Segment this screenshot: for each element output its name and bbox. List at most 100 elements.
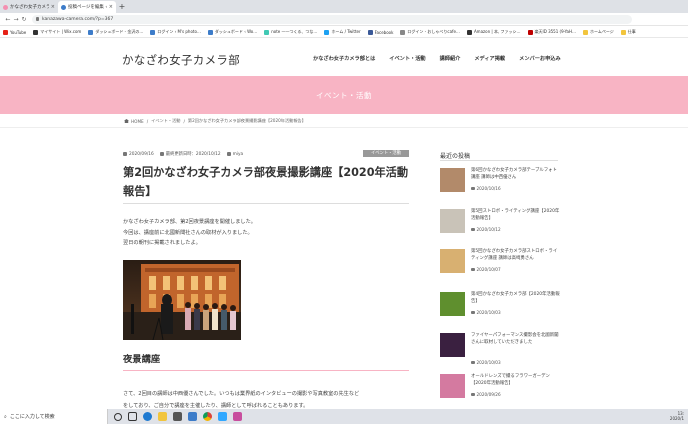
bookmark-label: Facebook <box>374 29 394 35</box>
bookmark-item[interactable]: Amazon | 本, ファッシ… <box>466 29 521 35</box>
bookmark-item[interactable]: ダッシュボード - 金沢の… <box>88 29 143 35</box>
bookmark-label: 楽天ID 3551 (9-YaH… <box>534 29 576 34</box>
bookmark-label: ログイン ‹ M's photo… <box>157 29 201 34</box>
lightroom-icon[interactable] <box>218 412 227 421</box>
bookmark-label: ダッシュボード ‹ Wo… <box>214 29 258 34</box>
close-icon[interactable]: × <box>109 4 113 10</box>
recent-post-title[interactable]: 第5回ストロボ・ライティング講座【2020年活動報告】 <box>471 209 561 222</box>
bookmark-favicon-icon <box>466 29 472 35</box>
recent-post-item[interactable]: オールドレンズで撮るフラワーガーデン【2020年活動報告】 2020/09/26 <box>440 374 560 410</box>
recent-post-date: 2020/10/03 <box>471 310 501 315</box>
category-badge[interactable]: イベント・活動 <box>363 150 409 157</box>
recent-post-date: 2020/10/03 <box>471 360 501 365</box>
back-arrow-icon[interactable]: ← <box>4 16 12 23</box>
reload-icon[interactable]: ↻ <box>20 16 28 23</box>
divider <box>0 127 688 128</box>
bookmark-item[interactable]: 仕事 <box>620 29 636 35</box>
cortana-icon[interactable] <box>114 412 122 421</box>
post-thumbnail[interactable] <box>440 168 465 192</box>
bookmark-favicon-icon <box>3 29 8 35</box>
date-text: 2020/10/03 <box>476 310 501 315</box>
divider <box>440 160 558 161</box>
date-text: 2020/10/03 <box>476 360 501 365</box>
recent-post-title[interactable]: オールドレンズで撮るフラワーガーデン【2020年活動報告】 <box>471 374 561 387</box>
post-photo <box>123 260 241 340</box>
forward-arrow-icon[interactable]: → <box>12 16 20 23</box>
edge-icon[interactable] <box>143 412 152 421</box>
night-photo-image <box>123 260 241 340</box>
nav-item-instructors[interactable]: 講師紹介 <box>440 55 461 62</box>
recent-post-item[interactable]: 第6回かなざわ女子カメラ部テーブルフォト講座 講師は中西優さん 2020/10/1… <box>440 168 560 204</box>
date-text: 2020/09/26 <box>476 392 501 397</box>
browser-tab[interactable]: かなざわ女子カメラ部夜景撮影講… × <box>0 1 58 13</box>
nav-item-events[interactable]: イベント・活動 <box>389 55 425 62</box>
url-input[interactable]: kanazawa-camera.com/?p=367 <box>32 14 632 24</box>
date-text: 2020/10/12 <box>476 227 501 232</box>
breadcrumb-separator: / <box>146 118 149 124</box>
bookmark-item[interactable]: Facebook <box>367 29 394 35</box>
bookmark-item[interactable]: ダッシュボード ‹ Wo… <box>207 29 258 35</box>
browser-tab-strip: かなざわ女子カメラ部夜景撮影講… × 投稿ページを編集 ‹ M's photog… <box>0 0 688 13</box>
search-placeholder: ここに入力して検索 <box>9 414 55 420</box>
bookmark-item[interactable]: ホームページ <box>582 29 614 35</box>
bookmark-favicon-icon <box>33 29 39 35</box>
store-icon[interactable] <box>173 412 182 421</box>
bookmark-item[interactable]: ログイン - おしゃべりcafe… <box>400 29 460 35</box>
bookmark-item[interactable]: マイサイト | Wix.com <box>33 29 81 35</box>
breadcrumb-category[interactable]: イベント・活動 <box>151 118 180 124</box>
post-author[interactable]: miya <box>233 152 244 157</box>
bookmark-label: ホームページ <box>589 29 614 34</box>
section-heading: 夜景講座 <box>123 354 161 365</box>
nav-item-membership[interactable]: メンバーお申込み <box>519 55 561 62</box>
browser-tab-active[interactable]: 投稿ページを編集 ‹ M's photograp… × <box>58 1 116 13</box>
chrome-icon[interactable] <box>203 412 212 421</box>
bookmark-label: ログイン - おしゃべりcafe… <box>407 29 460 34</box>
nav-item-about[interactable]: かなざわ女子カメラ部とは <box>313 55 375 62</box>
file-explorer-icon[interactable] <box>158 412 167 421</box>
bookmark-favicon-icon <box>207 29 213 35</box>
recent-post-title[interactable]: ファイヤーパフォーマンス撮影会を北國新聞さんに取材していただきました <box>471 333 561 346</box>
post-thumbnail[interactable] <box>440 292 465 316</box>
tab-title: かなざわ女子カメラ部夜景撮影講… <box>10 5 49 10</box>
url-text: kanazawa-camera.com/?p=367 <box>42 16 114 22</box>
photos-icon[interactable] <box>233 412 242 421</box>
bookmarks-bar: YouTube マイサイト | Wix.com ダッシュボード - 金沢の… ログイン… <box>0 27 688 38</box>
bookmark-item[interactable]: 楽天ID 3551 (9-YaH… <box>527 29 576 35</box>
task-view-icon[interactable] <box>128 412 137 421</box>
recent-post-title[interactable]: 第6回かなざわ女子カメラ部テーブルフォト講座 講師は中西優さん <box>471 168 561 181</box>
bookmark-favicon-icon <box>367 29 373 35</box>
post-thumbnail[interactable] <box>440 374 465 398</box>
calendar-icon <box>123 152 127 156</box>
post-title: 第2回かなざわ女子カメラ部夜景撮影講座【2020年活動報告】 <box>123 166 409 198</box>
bookmark-item[interactable]: note ——つくる、つな… <box>264 29 317 35</box>
post-thumbnail[interactable] <box>440 333 465 357</box>
nav-item-media[interactable]: メディア掲載 <box>474 55 505 62</box>
recent-post-title[interactable]: 第5回かなざわ女子カメラ部ストロボ・ライティング講座 講師は高崎勇さん <box>471 249 561 262</box>
calendar-icon <box>471 392 475 397</box>
recent-post-item[interactable]: 第5回ストロボ・ライティング講座【2020年活動報告】 2020/10/12 <box>440 209 560 245</box>
date-text: 2020/10/16 <box>476 186 501 191</box>
recent-post-item[interactable]: ファイヤーパフォーマンス撮影会を北國新聞さんに取材していただきました 2020/1… <box>440 333 560 369</box>
recent-post-item[interactable]: 第5回かなざわ女子カメラ部ストロボ・ライティング講座 講師は高崎勇さん 2020/… <box>440 249 560 285</box>
post-thumbnail[interactable] <box>440 209 465 233</box>
post-thumbnail[interactable] <box>440 249 465 273</box>
mail-icon[interactable] <box>188 412 197 421</box>
system-clock[interactable]: 13: 2020/1 <box>670 411 684 421</box>
close-icon[interactable]: × <box>51 4 55 10</box>
post-updated: 最終更新日時：2020/10/12 <box>165 152 221 157</box>
site-title[interactable]: かなざわ女子カメラ部 <box>122 52 240 68</box>
bookmark-item[interactable]: ログイン ‹ M's photo… <box>150 29 201 35</box>
recent-post-date: 2020/10/07 <box>471 267 501 272</box>
recent-post-item[interactable]: 第4回かなざわ女子カメラ部【2020年活動報告】 2020/10/03 <box>440 292 560 328</box>
breadcrumb-home[interactable]: HOME <box>131 119 144 124</box>
search-icon: ⌕ <box>4 413 7 420</box>
calendar-icon <box>471 310 475 315</box>
site-favicon-icon <box>3 4 8 10</box>
bookmark-item[interactable]: ホーム / Twitter <box>324 29 361 35</box>
bookmark-item[interactable]: YouTube <box>3 29 26 35</box>
bookmark-favicon-icon <box>150 29 156 35</box>
recent-post-title[interactable]: 第4回かなざわ女子カメラ部【2020年活動報告】 <box>471 292 561 305</box>
taskbar-search-input[interactable]: ⌕ ここに入力して検索 <box>0 409 108 424</box>
new-tab-button[interactable]: + <box>116 1 128 13</box>
paragraph: かなざわ女子カメラ部、第2回夜景講座を開催しました。 <box>123 219 256 225</box>
